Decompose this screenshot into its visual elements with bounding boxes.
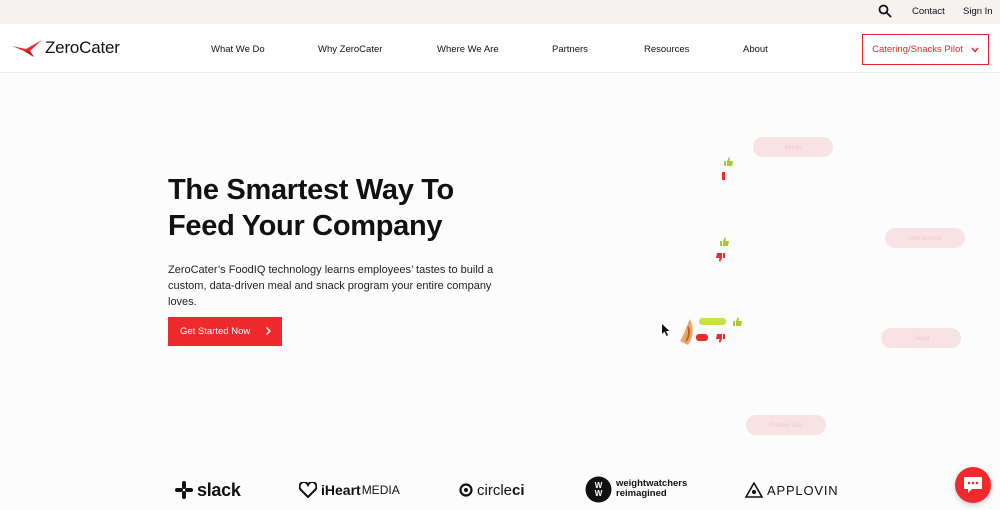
mouse-cursor-icon [662, 324, 670, 336]
nav-item-where-we-are[interactable]: Where We Are [437, 44, 499, 55]
catering-pilot-label: Catering/Snacks Pilot [872, 44, 963, 55]
reimagined-wordmark: reimagined [616, 488, 667, 499]
hero-title-line2: Feed Your Company [168, 210, 443, 242]
nav-item-resources[interactable]: Resources [644, 44, 689, 55]
preference-pill: Salad [881, 328, 961, 348]
thumbs-up-icon [724, 157, 733, 166]
contact-link[interactable]: Contact [912, 6, 945, 17]
nav-item-what-we-do[interactable]: What We Do [211, 44, 265, 55]
hero-subtitle: ZeroCater’s FoodIQ technology learns emp… [168, 264, 494, 308]
sign-in-link[interactable]: Sign In [963, 6, 993, 17]
thumbs-down-icon [716, 253, 725, 262]
preference-pill: Vietnamese [885, 228, 965, 248]
iheart-wordmark: iHeart [321, 482, 361, 498]
get-started-button[interactable]: Get Started Now [168, 317, 282, 346]
hero-title: The Smartest Way To Feed Your Company [168, 172, 528, 244]
nav-item-why-zerocater[interactable]: Why ZeroCater [318, 44, 382, 55]
search-icon[interactable] [878, 4, 892, 18]
get-started-label: Get Started Now [180, 326, 251, 337]
circleci-logo: circle ci [459, 478, 525, 502]
ww-icon: W W [585, 476, 612, 502]
slack-wordmark: slack [197, 479, 241, 500]
weightwatchers-logo: W W weightwatchers reimagined [585, 476, 687, 502]
applovin-logo: APPLOVIN [745, 478, 838, 502]
preference-pill: Italian [753, 137, 833, 157]
ci-wordmark: ci [512, 481, 525, 499]
chat-widget-button[interactable] [955, 467, 991, 503]
applovin-icon [745, 482, 763, 498]
thumbs-down-icon [716, 334, 725, 343]
logo-text: ZeroCater [45, 38, 120, 57]
applovin-wordmark: APPLOVIN [767, 482, 839, 498]
logo-bird-icon [12, 40, 42, 57]
chat-bubble-icon [964, 477, 982, 493]
main-nav [0, 24, 1000, 73]
food-slice-icon [680, 319, 693, 345]
thumbs-down-icon [722, 172, 725, 180]
slack-logo: slack [175, 478, 241, 502]
logo[interactable]: ZeroCater [12, 38, 120, 58]
heart-icon [299, 482, 317, 498]
iheartmedia-logo: iHeart MEDIA [299, 478, 400, 502]
hero-title-line1: The Smartest Way To [168, 174, 454, 206]
thumbs-up-icon [720, 237, 729, 246]
preference-bar-like [699, 318, 726, 325]
slack-icon [175, 481, 193, 499]
circle-wordmark: circle [477, 481, 513, 499]
svg-text:W: W [595, 489, 603, 498]
circleci-icon [459, 483, 473, 497]
chevron-down-icon [971, 47, 979, 53]
preference-pill: Protein Bar [746, 415, 826, 435]
nav-item-about[interactable]: About [743, 44, 768, 55]
media-wordmark: MEDIA [361, 483, 400, 497]
chevron-right-icon [266, 327, 271, 335]
nav-item-partners[interactable]: Partners [552, 44, 588, 55]
utility-bar: Contact Sign In [0, 0, 1000, 24]
thumbs-up-icon [733, 317, 742, 326]
catering-pilot-dropdown[interactable]: Catering/Snacks Pilot [862, 34, 989, 65]
preference-bar-dislike [696, 334, 708, 341]
